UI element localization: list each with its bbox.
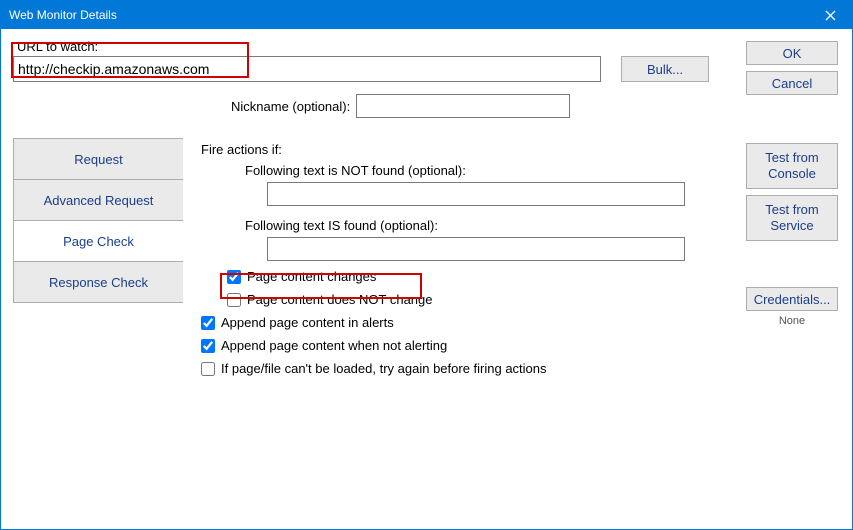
fire-actions-header: Fire actions if: bbox=[201, 142, 840, 157]
url-label: URL to watch: bbox=[17, 39, 840, 54]
nickname-input[interactable] bbox=[356, 94, 570, 118]
close-button[interactable] bbox=[808, 1, 852, 29]
page-check-pane: Fire actions if: Following text is NOT f… bbox=[183, 138, 840, 376]
test-from-console-button[interactable]: Test from Console bbox=[746, 143, 838, 189]
test-from-service-button[interactable]: Test from Service bbox=[746, 195, 838, 241]
page-content-changes-label: Page content changes bbox=[247, 269, 376, 284]
page-no-change-checkbox[interactable] bbox=[227, 293, 241, 307]
append-in-alerts-checkbox[interactable] bbox=[201, 316, 215, 330]
dialog-window: Web Monitor Details OK Cancel Test from … bbox=[0, 0, 853, 530]
window-title: Web Monitor Details bbox=[9, 8, 117, 22]
left-tabs: Request Advanced Request Page Check Resp… bbox=[13, 138, 183, 376]
retry-label: If page/file can't be loaded, try again … bbox=[221, 361, 547, 376]
tab-page-check[interactable]: Page Check bbox=[13, 220, 183, 262]
is-found-input[interactable] bbox=[267, 237, 685, 261]
dialog-body: OK Cancel Test from Console Test from Se… bbox=[1, 29, 852, 529]
append-not-alerting-checkbox[interactable] bbox=[201, 339, 215, 353]
tab-response-check[interactable]: Response Check bbox=[13, 261, 183, 303]
title-bar: Web Monitor Details bbox=[1, 1, 852, 29]
append-not-alerting-label: Append page content when not alerting bbox=[221, 338, 447, 353]
page-content-changes-checkbox[interactable] bbox=[227, 270, 241, 284]
credentials-button[interactable]: Credentials... bbox=[746, 287, 838, 311]
cancel-button[interactable]: Cancel bbox=[746, 71, 838, 95]
url-input[interactable] bbox=[13, 56, 601, 82]
tab-request[interactable]: Request bbox=[13, 138, 183, 180]
right-button-column: OK Cancel Test from Console Test from Se… bbox=[746, 41, 838, 327]
bulk-button[interactable]: Bulk... bbox=[621, 56, 709, 82]
nickname-label: Nickname (optional): bbox=[231, 99, 350, 114]
tab-advanced-request[interactable]: Advanced Request bbox=[13, 179, 183, 221]
page-no-change-label: Page content does NOT change bbox=[247, 292, 433, 307]
append-in-alerts-label: Append page content in alerts bbox=[221, 315, 394, 330]
credentials-subtext: None bbox=[746, 315, 838, 327]
ok-button[interactable]: OK bbox=[746, 41, 838, 65]
close-icon bbox=[825, 10, 836, 21]
retry-checkbox[interactable] bbox=[201, 362, 215, 376]
not-found-input[interactable] bbox=[267, 182, 685, 206]
